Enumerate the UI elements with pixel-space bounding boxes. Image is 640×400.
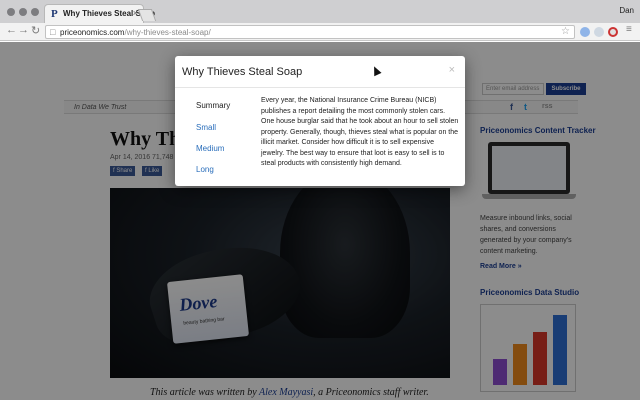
extension-icon[interactable] <box>594 27 604 37</box>
menu-icon[interactable]: ≡ <box>626 24 632 35</box>
browser-toolbar: ← → ↻ □ priceonomics.com/why-thieves-ste… <box>0 23 640 41</box>
summary-modal: Why Thieves Steal Soap × Summary Small M… <box>175 56 465 186</box>
page-info-icon[interactable]: □ <box>50 27 55 37</box>
priceonomics-favicon-icon: P <box>51 8 58 20</box>
mode-summary[interactable]: Summary <box>196 101 230 110</box>
url-text[interactable]: priceonomics.com/why-thieves-steal-soap/ <box>60 28 211 37</box>
window-zoom-icon[interactable] <box>31 8 39 16</box>
forward-icon[interactable]: → <box>18 24 29 36</box>
window-minimize-icon[interactable] <box>19 8 27 16</box>
profile-name[interactable]: Dan <box>619 6 634 15</box>
window-close-icon[interactable] <box>7 8 15 16</box>
extension-icon[interactable] <box>580 27 590 37</box>
mode-medium[interactable]: Medium <box>196 144 224 153</box>
modal-title: Why Thieves Steal Soap <box>182 66 303 78</box>
modal-divider <box>175 87 465 88</box>
browser-tab[interactable]: P Why Thieves Steal Soap × <box>44 4 155 23</box>
back-icon[interactable]: ← <box>6 24 17 36</box>
address-bar[interactable]: □ priceonomics.com/why-thieves-steal-soa… <box>45 25 575 39</box>
browser-tab-bar: P Why Thieves Steal Soap × Dan <box>0 0 640 23</box>
reload-icon[interactable]: ↻ <box>31 24 40 37</box>
close-icon[interactable]: × <box>449 64 455 76</box>
summary-text: Every year, the National Insurance Crime… <box>261 97 459 167</box>
extension-icon[interactable] <box>608 27 618 37</box>
bookmark-star-icon[interactable]: ☆ <box>561 26 570 37</box>
mode-long[interactable]: Long <box>196 165 214 174</box>
mode-small[interactable]: Small <box>196 123 216 132</box>
